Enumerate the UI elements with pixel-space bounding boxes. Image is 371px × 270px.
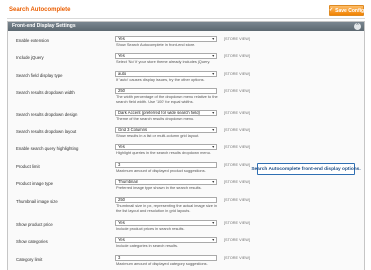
setting-label: Enable search query highlighting [16,146,79,151]
input-value: 250 [118,88,125,93]
setting-note: Theme of the search results dropdown men… [116,116,195,121]
setting-note: Select 'No' if your store theme already … [116,59,211,64]
chevron-down-icon: ▼ [211,128,215,132]
scope-label: [STORE VIEW] [224,128,250,132]
collapse-icon[interactable]: ⌃ [354,23,361,30]
setting-label: Search field display type [16,73,63,78]
chevron-down-icon: ▼ [211,37,215,41]
scope-label: [STORE VIEW] [224,37,250,41]
header-divider [7,18,365,19]
scope-label: [STORE VIEW] [224,111,250,115]
scope-label: [STORE VIEW] [224,89,250,93]
chevron-down-icon: ▼ [211,54,215,58]
select-value: Grid 3 Columns [118,127,148,132]
chevron-down-icon: ▼ [211,111,215,115]
select-value: Yes [118,36,125,41]
setting-label: Category limit [16,257,43,262]
select-value: auto [118,71,127,76]
setting-note: If 'auto' causes display issues, try the… [116,77,205,82]
setting-label: Include jQuery [16,55,44,60]
chevron-down-icon: ▼ [211,180,215,184]
setting-note: Maximum amount of displayed category sug… [116,261,208,266]
setting-note: Include product prices in search results… [116,226,185,231]
page-title: Search Autocomplete [9,7,71,13]
select-value: Yes [118,53,125,58]
setting-label: Product limit [16,164,40,169]
setting-label: Show categories [16,239,48,244]
section-title: Front-end Display Settings [12,23,76,29]
chevron-down-icon: ▼ [211,72,215,76]
setting-note: Thumbnail size in px, representing the a… [116,203,217,213]
setting-label: Search results dropdown design [16,112,78,117]
save-config-label: Save Config [335,7,365,14]
setting-label: Search results dropdown width [16,90,75,95]
scope-label: [STORE VIEW] [224,221,250,225]
callout-annotation: Search Autocomplete front-end display op… [251,163,361,175]
scope-label: [STORE VIEW] [224,163,250,167]
setting-label: Thumbnail image size [16,199,58,204]
scope-label: [STORE VIEW] [224,54,250,58]
scope-label: [STORE VIEW] [224,180,250,184]
scope-label: [STORE VIEW] [224,145,250,149]
setting-note: Show results in a list or multi-column g… [116,133,200,138]
chevron-down-icon: ▼ [211,145,215,149]
save-config-button[interactable]: ✓ Save Config [329,5,364,16]
setting-note: Include categories in search results. [116,243,179,248]
setting-note: Preferred image type shown in the search… [116,185,202,190]
select-value: Yes [118,220,125,225]
select-value: Dark Accent (preferred for wide search f… [118,110,200,115]
section-header[interactable]: Front-end Display Settings ⌃ [8,22,364,31]
input-value: 3 [118,162,121,167]
save-icon: ✓ [328,7,334,13]
input-value: 250 [118,197,125,202]
select-value: Yes [118,237,125,242]
scope-label: [STORE VIEW] [224,198,250,202]
setting-label: Enable extension [16,38,49,43]
select-value: Thumbnail [118,179,138,184]
setting-label: Product image type [16,181,54,186]
scope-label: [STORE VIEW] [224,72,250,76]
chevron-down-icon: ▼ [211,221,215,225]
setting-label: Show product price [16,222,53,227]
settings-section: Front-end Display Settings ⌃ Enable exte… [7,21,365,270]
setting-note: Maximum amount of displayed product sugg… [116,168,206,173]
chevron-down-icon: ▼ [211,238,215,242]
select-value: Yes [118,144,125,149]
callout-text: Search Autocomplete front-end display op… [251,166,361,172]
setting-note: Highlight queries in the search results … [116,150,211,155]
input-value: 3 [118,255,121,260]
scope-label: [STORE VIEW] [224,238,250,242]
setting-note: Show Search Autocomplete in front-end st… [116,42,196,47]
page-header: Search Autocomplete ✓ Save Config [7,5,365,17]
scope-label: [STORE VIEW] [224,256,250,260]
setting-note: The width percentage of the dropdown men… [116,94,218,104]
setting-label: Search results dropdown layout [16,129,77,134]
